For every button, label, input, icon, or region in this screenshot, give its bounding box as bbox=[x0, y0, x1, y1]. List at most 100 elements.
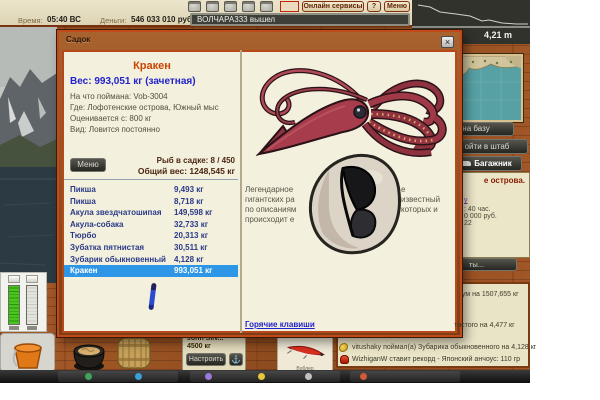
popup-title: Садок bbox=[66, 35, 90, 44]
fish-name-title: Кракен bbox=[64, 60, 240, 72]
fish-info-line: Где: Лофотенские острова, Южный мыс bbox=[70, 103, 219, 112]
fish-row[interactable]: Зубарик обыкновенный4,128 кг bbox=[64, 254, 238, 266]
time-label: Время: bbox=[18, 16, 43, 25]
taskbar-app-icon[interactable] bbox=[305, 373, 312, 380]
fish-row-name: Пикша bbox=[64, 196, 174, 208]
fish-row[interactable]: Пикша9,493 кг bbox=[64, 184, 238, 196]
fish-row-name: Пикша bbox=[64, 184, 174, 196]
fish-row-weight: 993,051 кг bbox=[174, 265, 238, 277]
bait-jar-icon[interactable] bbox=[206, 1, 219, 12]
description-fragment: по описаниям bbox=[245, 205, 296, 214]
fish-row-name: Кракен bbox=[64, 265, 174, 277]
gauge-label-mark bbox=[9, 326, 19, 330]
bait-jar-icon[interactable] bbox=[260, 1, 273, 12]
game-window: Время: 05:40 ВС Деньги: 546 033 010 руб.… bbox=[0, 0, 530, 370]
top-status-bar: Время: 05:40 ВС Деньги: 546 033 010 руб.… bbox=[0, 0, 412, 27]
fish-row-weight: 4,128 кг bbox=[174, 254, 238, 266]
depth-value: 4,21 m bbox=[484, 30, 512, 40]
info-line: 0 000 руб. bbox=[464, 213, 497, 220]
chat-message: ум на 1507,655 кг bbox=[462, 291, 519, 298]
fish-info-line: Оценивается с: 800 кг bbox=[70, 114, 151, 123]
wobbler-lure-icon bbox=[278, 335, 334, 369]
fish-row[interactable]: Тюрбо20,313 кг bbox=[64, 230, 238, 242]
hotkeys-link[interactable]: Горячие клавиши bbox=[245, 320, 315, 329]
cage-count: Рыб в садке: 8 / 450 bbox=[99, 156, 235, 165]
kraken-beak-illustration bbox=[299, 150, 409, 260]
fish-row-weight: 32,733 кг bbox=[174, 219, 238, 231]
bait-jar-icon[interactable] bbox=[224, 1, 237, 12]
description-fragment: е bbox=[401, 185, 405, 194]
fish-row-name: Акула звездчатошипая bbox=[64, 207, 174, 219]
fish-row-name: Зубарик обыкновенный bbox=[64, 254, 174, 266]
gauge-cap-icon bbox=[8, 275, 20, 283]
description-fragment: гигантских ра bbox=[245, 195, 295, 204]
alert-slot bbox=[280, 1, 299, 12]
info-line: : 40 час. bbox=[464, 206, 491, 213]
money-value: 546 033 010 руб. bbox=[131, 15, 194, 24]
taskbar-app-icon[interactable] bbox=[205, 373, 212, 380]
fish-info-line: Вид: Ловится постоянно bbox=[70, 125, 160, 134]
taskbar-app-icon[interactable] bbox=[85, 373, 92, 380]
cage-fullness-gauge bbox=[8, 285, 20, 325]
fish-weight-line: Вес: 993,051 кг (зачетная) bbox=[70, 76, 196, 87]
lure-item-card[interactable]: Воблер bbox=[277, 334, 333, 374]
fish-row[interactable]: Акула-собака32,733 кг bbox=[64, 219, 238, 231]
os-taskbar[interactable] bbox=[0, 370, 530, 383]
car-icon bbox=[462, 161, 471, 166]
fish-row-weight: 9,493 кг bbox=[174, 184, 238, 196]
fish-row[interactable]: Пикша8,718 кг bbox=[64, 196, 238, 208]
description-fragment: Легендарное bbox=[245, 185, 293, 194]
cage-total-weight: Общий вес: 1248,545 кг bbox=[79, 166, 235, 176]
location-info-panel: е острова. у : 40 час. 0 000 руб. 22 bbox=[451, 172, 530, 258]
info-link-fragment[interactable]: у bbox=[464, 197, 468, 204]
taskbar-segment[interactable] bbox=[190, 371, 340, 382]
fish-row-weight: 149,598 кг bbox=[174, 207, 238, 219]
taskbar-app-icon[interactable] bbox=[135, 373, 142, 380]
fish-row-name: Акула-собака bbox=[64, 219, 174, 231]
help-button[interactable]: ? bbox=[367, 1, 381, 12]
location-title-fragment: е острова. bbox=[484, 176, 525, 185]
fish-list: Пикша9,493 кгПикша8,718 кгАкула звездчат… bbox=[64, 180, 238, 334]
fish-row[interactable]: Кракен993,051 кг bbox=[64, 265, 238, 277]
capacity-gauges-panel bbox=[0, 272, 47, 332]
gauge-cap-icon bbox=[26, 275, 38, 283]
taskbar-app-icon[interactable] bbox=[258, 373, 265, 380]
fish-row-name: Тюрбо bbox=[64, 230, 174, 242]
money-label: Деньги: bbox=[100, 16, 126, 25]
scenery-photo bbox=[0, 27, 57, 283]
boat-capacity: 4500 кг bbox=[187, 343, 211, 350]
chat-message: тистого на 4,477 кг bbox=[454, 322, 515, 329]
pane-divider bbox=[240, 50, 242, 333]
description-fragment: которых и bbox=[401, 205, 438, 214]
top-menu-button[interactable]: Меню bbox=[384, 1, 410, 12]
time-value: 05:40 ВС bbox=[47, 15, 81, 24]
close-icon[interactable]: × bbox=[441, 36, 454, 48]
taskbar-app-icon[interactable] bbox=[360, 373, 367, 380]
chat-message: vitushaky поймал(а) Зубарика обыкновенно… bbox=[352, 344, 536, 351]
fish-row[interactable]: Акула звездчатошипая149,598 кг bbox=[64, 207, 238, 219]
online-services-button[interactable]: Онлайн сервисы bbox=[302, 1, 364, 12]
fish-row[interactable]: Зубатка пятнистая30,511 кг bbox=[64, 242, 238, 254]
fish-row-name: Зубатка пятнистая bbox=[64, 242, 174, 254]
bag-fullness-gauge bbox=[26, 285, 38, 325]
description-fragment: известный bbox=[401, 195, 440, 204]
fish-row-weight: 8,718 кг bbox=[174, 196, 238, 208]
cage-popup-window: Садок × Кракен Вес: 993,051 кг (зачетная… bbox=[57, 30, 462, 337]
info-line: 22 bbox=[464, 220, 472, 227]
bait-jar-icon[interactable] bbox=[188, 1, 201, 12]
bait-jar-icon[interactable] bbox=[242, 1, 255, 12]
description-fragment: происходит е bbox=[245, 215, 294, 224]
boat-configure-button[interactable]: Настроить bbox=[186, 353, 226, 366]
boat-card: John Silv... 4500 кг Настроить ⚓ bbox=[182, 331, 246, 372]
rolled-mat-icon[interactable] bbox=[115, 334, 153, 372]
anchor-button[interactable]: ⚓ bbox=[229, 353, 243, 366]
mini-map[interactable] bbox=[458, 53, 524, 123]
chat-status-strip: ВОЛЧАРА333 вышел bbox=[190, 13, 410, 26]
fish-row-weight: 30,511 кг bbox=[174, 242, 238, 254]
screenshot-root: Время: 05:40 ВС Деньги: 546 033 010 руб.… bbox=[0, 0, 600, 400]
trunk-button[interactable]: Багажник bbox=[452, 156, 522, 171]
bucket-item-card[interactable] bbox=[0, 333, 55, 372]
fish-info-line: На что поймана: Vob-3004 bbox=[70, 92, 168, 101]
taskbar-segment[interactable] bbox=[58, 371, 178, 382]
bait-pot-icon[interactable] bbox=[70, 336, 108, 372]
